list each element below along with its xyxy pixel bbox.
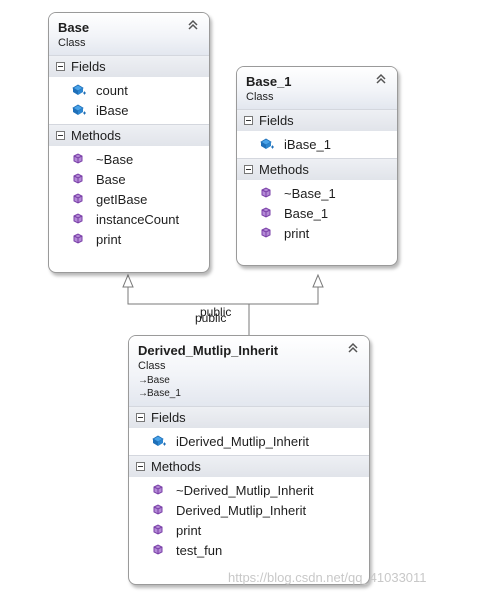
base-class-entry: →Base_1	[138, 387, 361, 400]
method-item[interactable]: Base_1	[237, 203, 397, 223]
class-name: Base_1	[246, 74, 292, 89]
methods-section-header[interactable]: Methods	[129, 455, 369, 477]
class-name: Derived_Mutlip_Inherit	[138, 343, 279, 358]
method-item[interactable]: instanceCount	[49, 209, 209, 229]
watermark: https://blog.csdn.net/qq_41033011	[228, 570, 427, 585]
collapse-toggle-icon[interactable]	[136, 462, 145, 471]
chevron-up-icon[interactable]	[375, 73, 387, 85]
section-label: Methods	[259, 162, 309, 177]
method-name: instanceCount	[96, 211, 180, 227]
inheritance-label-public-overlap: public	[195, 311, 227, 325]
methods-section-header[interactable]: Methods	[49, 124, 209, 146]
method-name: print	[96, 231, 122, 247]
method-item[interactable]: print	[49, 229, 209, 249]
method-icon	[153, 544, 163, 555]
method-name: ~Derived_Mutlip_Inherit	[176, 482, 314, 498]
base-class-name: Base	[147, 375, 170, 386]
method-icon	[261, 227, 271, 238]
class-name: Base	[58, 20, 90, 35]
inheritance-arrowhead-base	[122, 273, 134, 288]
field-icon	[152, 435, 166, 446]
method-icon	[153, 504, 163, 515]
class-header[interactable]: Derived_Mutlip_Inherit Class →Base →Base…	[129, 336, 369, 406]
base-class-list: →Base →Base_1	[138, 374, 361, 402]
section-label: Fields	[259, 113, 294, 128]
method-name: Base_1	[284, 205, 329, 221]
field-name: iDerived_Mutlip_Inherit	[176, 433, 309, 449]
method-icon	[73, 193, 83, 204]
collapse-toggle-icon[interactable]	[56, 62, 65, 71]
fields-section-header[interactable]: Fields	[129, 406, 369, 428]
methods-section-header[interactable]: Methods	[237, 158, 397, 180]
method-name: print	[284, 225, 310, 241]
class-stereotype: Class	[246, 91, 274, 103]
method-name: test_fun	[176, 542, 223, 558]
method-item[interactable]: ~Derived_Mutlip_Inherit	[129, 480, 369, 500]
chevron-up-icon[interactable]	[347, 342, 359, 354]
field-icon	[260, 138, 274, 149]
method-name: ~Base	[96, 151, 134, 167]
inheritance-arrow-icon: →	[138, 388, 148, 399]
class-box-base[interactable]: Base Class Fields count iBase Methods ~B…	[48, 12, 210, 273]
method-item[interactable]: Derived_Mutlip_Inherit	[129, 500, 369, 520]
method-icon	[73, 213, 83, 224]
method-item[interactable]: print	[237, 223, 397, 243]
method-name: Base	[96, 171, 126, 187]
field-item[interactable]: count	[49, 80, 209, 100]
field-name: iBase	[96, 102, 129, 118]
fields-section-header[interactable]: Fields	[49, 55, 209, 77]
method-icon	[153, 524, 163, 535]
method-item[interactable]: test_fun	[129, 540, 369, 560]
field-item[interactable]: iBase	[49, 100, 209, 120]
method-name: Derived_Mutlip_Inherit	[176, 502, 307, 518]
field-name: count	[96, 82, 128, 98]
method-icon	[261, 187, 271, 198]
method-icon	[73, 233, 83, 244]
method-name: print	[176, 522, 202, 538]
method-name: ~Base_1	[284, 185, 336, 201]
inheritance-arrow-icon: →	[138, 375, 148, 386]
section-label: Methods	[151, 459, 201, 474]
method-item[interactable]: ~Base	[49, 149, 209, 169]
field-icon	[72, 84, 86, 95]
section-label: Methods	[71, 128, 121, 143]
class-stereotype: Class	[58, 37, 86, 49]
chevron-up-icon[interactable]	[187, 19, 199, 31]
method-item[interactable]: Base	[49, 169, 209, 189]
collapse-toggle-icon[interactable]	[244, 116, 253, 125]
collapse-toggle-icon[interactable]	[136, 413, 145, 422]
fields-section-header[interactable]: Fields	[237, 109, 397, 131]
field-item[interactable]: iDerived_Mutlip_Inherit	[129, 431, 369, 451]
field-name: iBase_1	[284, 136, 331, 152]
class-header[interactable]: Base Class	[49, 13, 209, 55]
method-icon	[261, 207, 271, 218]
method-item[interactable]: print	[129, 520, 369, 540]
method-item[interactable]: ~Base_1	[237, 183, 397, 203]
section-label: Fields	[151, 410, 186, 425]
inheritance-arrowhead-base1	[312, 273, 324, 288]
method-item[interactable]: getIBase	[49, 189, 209, 209]
class-box-derived-mutlip-inherit[interactable]: Derived_Mutlip_Inherit Class →Base →Base…	[128, 335, 370, 585]
field-icon	[72, 104, 86, 115]
method-icon	[73, 153, 83, 164]
method-icon	[73, 173, 83, 184]
class-stereotype: Class	[138, 360, 166, 372]
class-header[interactable]: Base_1 Class	[237, 67, 397, 109]
method-name: getIBase	[96, 191, 148, 207]
base-class-entry: →Base	[138, 374, 361, 387]
collapse-toggle-icon[interactable]	[56, 131, 65, 140]
connector-line-to-base1	[249, 287, 319, 305]
section-label: Fields	[71, 59, 106, 74]
collapse-toggle-icon[interactable]	[244, 165, 253, 174]
field-item[interactable]: iBase_1	[237, 134, 397, 154]
class-box-base-1[interactable]: Base_1 Class Fields iBase_1 Methods ~Bas…	[236, 66, 398, 266]
method-icon	[153, 484, 163, 495]
base-class-name: Base_1	[147, 388, 181, 399]
